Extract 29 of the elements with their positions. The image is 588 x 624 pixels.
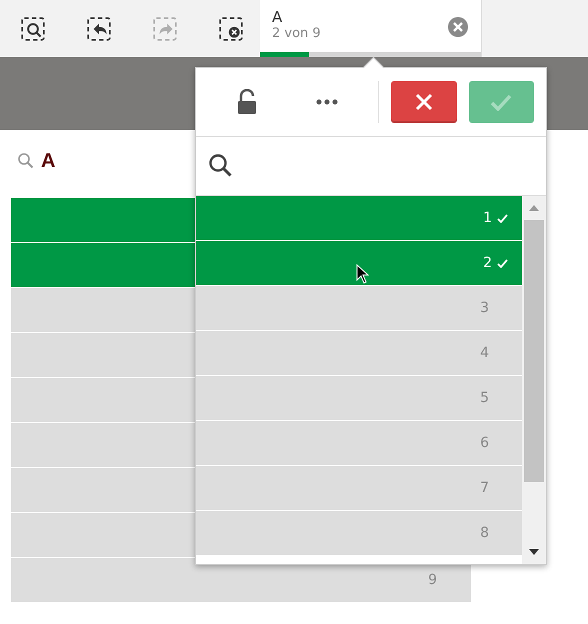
list-item[interactable]: 7 (196, 466, 522, 510)
list-item[interactable]: 2 (196, 241, 522, 285)
search-icon (208, 153, 234, 179)
selection-tab[interactable]: A 2 von 9 (260, 0, 482, 57)
check-icon (497, 258, 508, 268)
search-icon (17, 152, 35, 170)
list-item[interactable]: 3 (196, 286, 522, 330)
field-name: A (272, 8, 284, 26)
clear-selection-icon (218, 16, 244, 42)
filter-title: A (41, 150, 56, 172)
close-icon[interactable] (447, 16, 469, 38)
search-icon (20, 16, 46, 42)
check-icon (490, 94, 512, 110)
selection-count: 2 von 9 (272, 26, 322, 42)
check-icon (497, 214, 508, 222)
cancel-button[interactable] (391, 81, 457, 123)
list-item[interactable]: 6 (196, 421, 522, 465)
list-item[interactable]: 4 (196, 331, 522, 375)
list-row[interactable]: 9 (11, 558, 471, 602)
close-icon (414, 93, 433, 111)
scroll-up-icon[interactable] (528, 204, 540, 212)
unlocked-icon (237, 89, 258, 115)
list-item[interactable]: 8 (196, 511, 522, 555)
scrollbar[interactable] (522, 196, 546, 564)
more-icon (316, 99, 338, 105)
scroll-down-icon[interactable] (528, 548, 540, 556)
list-item[interactable]: 5 (196, 376, 522, 420)
list-item[interactable]: 1 (196, 196, 522, 240)
mouse-cursor-icon (356, 264, 369, 284)
